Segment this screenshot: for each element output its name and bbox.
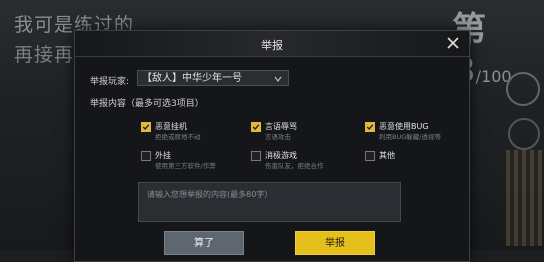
player-select-value: 【敌人】中华少年一号 [142,73,242,84]
option-title: 其他 [379,151,395,160]
submit-report-button[interactable]: 举报 [295,231,375,255]
content-label: 举报内容（最多可选3项目） [90,99,204,109]
report-option-other[interactable]: 其他 [365,151,485,179]
report-option-afk[interactable]: 恶意挂机 拒绝或原地不动 [141,122,261,150]
option-description: 利用BUG躲藏/透视等 [379,133,441,141]
option-description: 使用第三方软件/作弊 [155,162,216,170]
option-description: 言语攻击 [265,133,291,141]
chevron-down-icon [274,76,282,82]
textbox-placeholder: 请输入您想举报的内容(最多80字） [147,190,273,199]
checkmark-icon [252,124,260,130]
player-label: 举报玩家: [90,77,130,87]
close-button[interactable] [445,35,461,51]
checkmark-icon [142,124,150,130]
avatar [508,118,540,150]
checkbox[interactable] [365,122,375,132]
player-select[interactable]: 【敌人】中华少年一号 [137,70,289,86]
checkbox[interactable] [251,122,261,132]
checkbox[interactable] [365,151,375,161]
option-description: 伤害队友，拒绝合作 [265,162,324,170]
report-option-abuse[interactable]: 言语辱骂 言语攻击 [251,122,371,150]
checkmark-icon [366,124,374,130]
avatar [506,72,540,106]
dialog-title: 举报 [261,39,283,52]
background-message-2: 再接再 [14,44,75,66]
background-decoration [506,150,542,246]
report-option-passive[interactable]: 消极游戏 伤害队友，拒绝合作 [251,151,371,179]
checkbox[interactable] [141,122,151,132]
checkbox[interactable] [251,151,261,161]
close-icon [447,37,459,49]
report-details-input[interactable]: 请输入您想举报的内容(最多80字） [138,182,401,222]
report-option-bug[interactable]: 恶意使用BUG 利用BUG躲藏/透视等 [365,122,485,150]
dialog-header: 举报 [75,31,469,57]
option-description: 拒绝或原地不动 [155,133,201,141]
checkbox[interactable] [141,151,151,161]
report-dialog: 举报 举报玩家: 【敌人】中华少年一号 举报内容（最多可选3项目） 恶意挂机 拒… [74,30,470,262]
report-option-cheat[interactable]: 外挂 使用第三方软件/作弊 [141,151,261,179]
cancel-button[interactable]: 算了 [164,231,244,255]
